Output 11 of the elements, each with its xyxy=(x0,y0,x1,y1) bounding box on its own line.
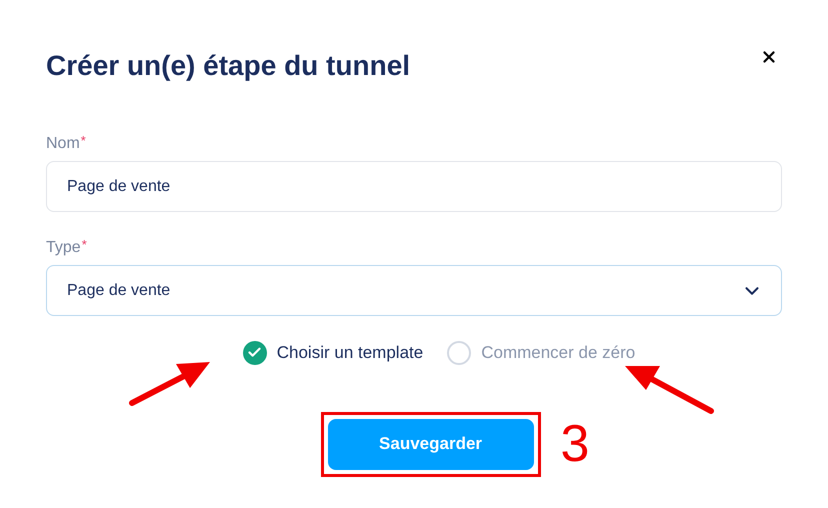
field-label: Nom xyxy=(46,134,80,154)
dialog-title: Créer un(e) étape du tunnel xyxy=(46,49,410,83)
radio-empty-icon xyxy=(447,340,472,365)
field-label: Type xyxy=(46,238,81,258)
name-input[interactable]: Page de vente xyxy=(46,161,782,212)
step-number: 3 xyxy=(560,418,590,470)
type-dropdown[interactable]: Page de vente xyxy=(46,265,782,316)
required-mark: * xyxy=(80,134,86,148)
required-mark: * xyxy=(82,238,87,252)
radio-checked-icon xyxy=(242,340,267,365)
radio-option[interactable]: Choisir un template xyxy=(242,340,424,366)
